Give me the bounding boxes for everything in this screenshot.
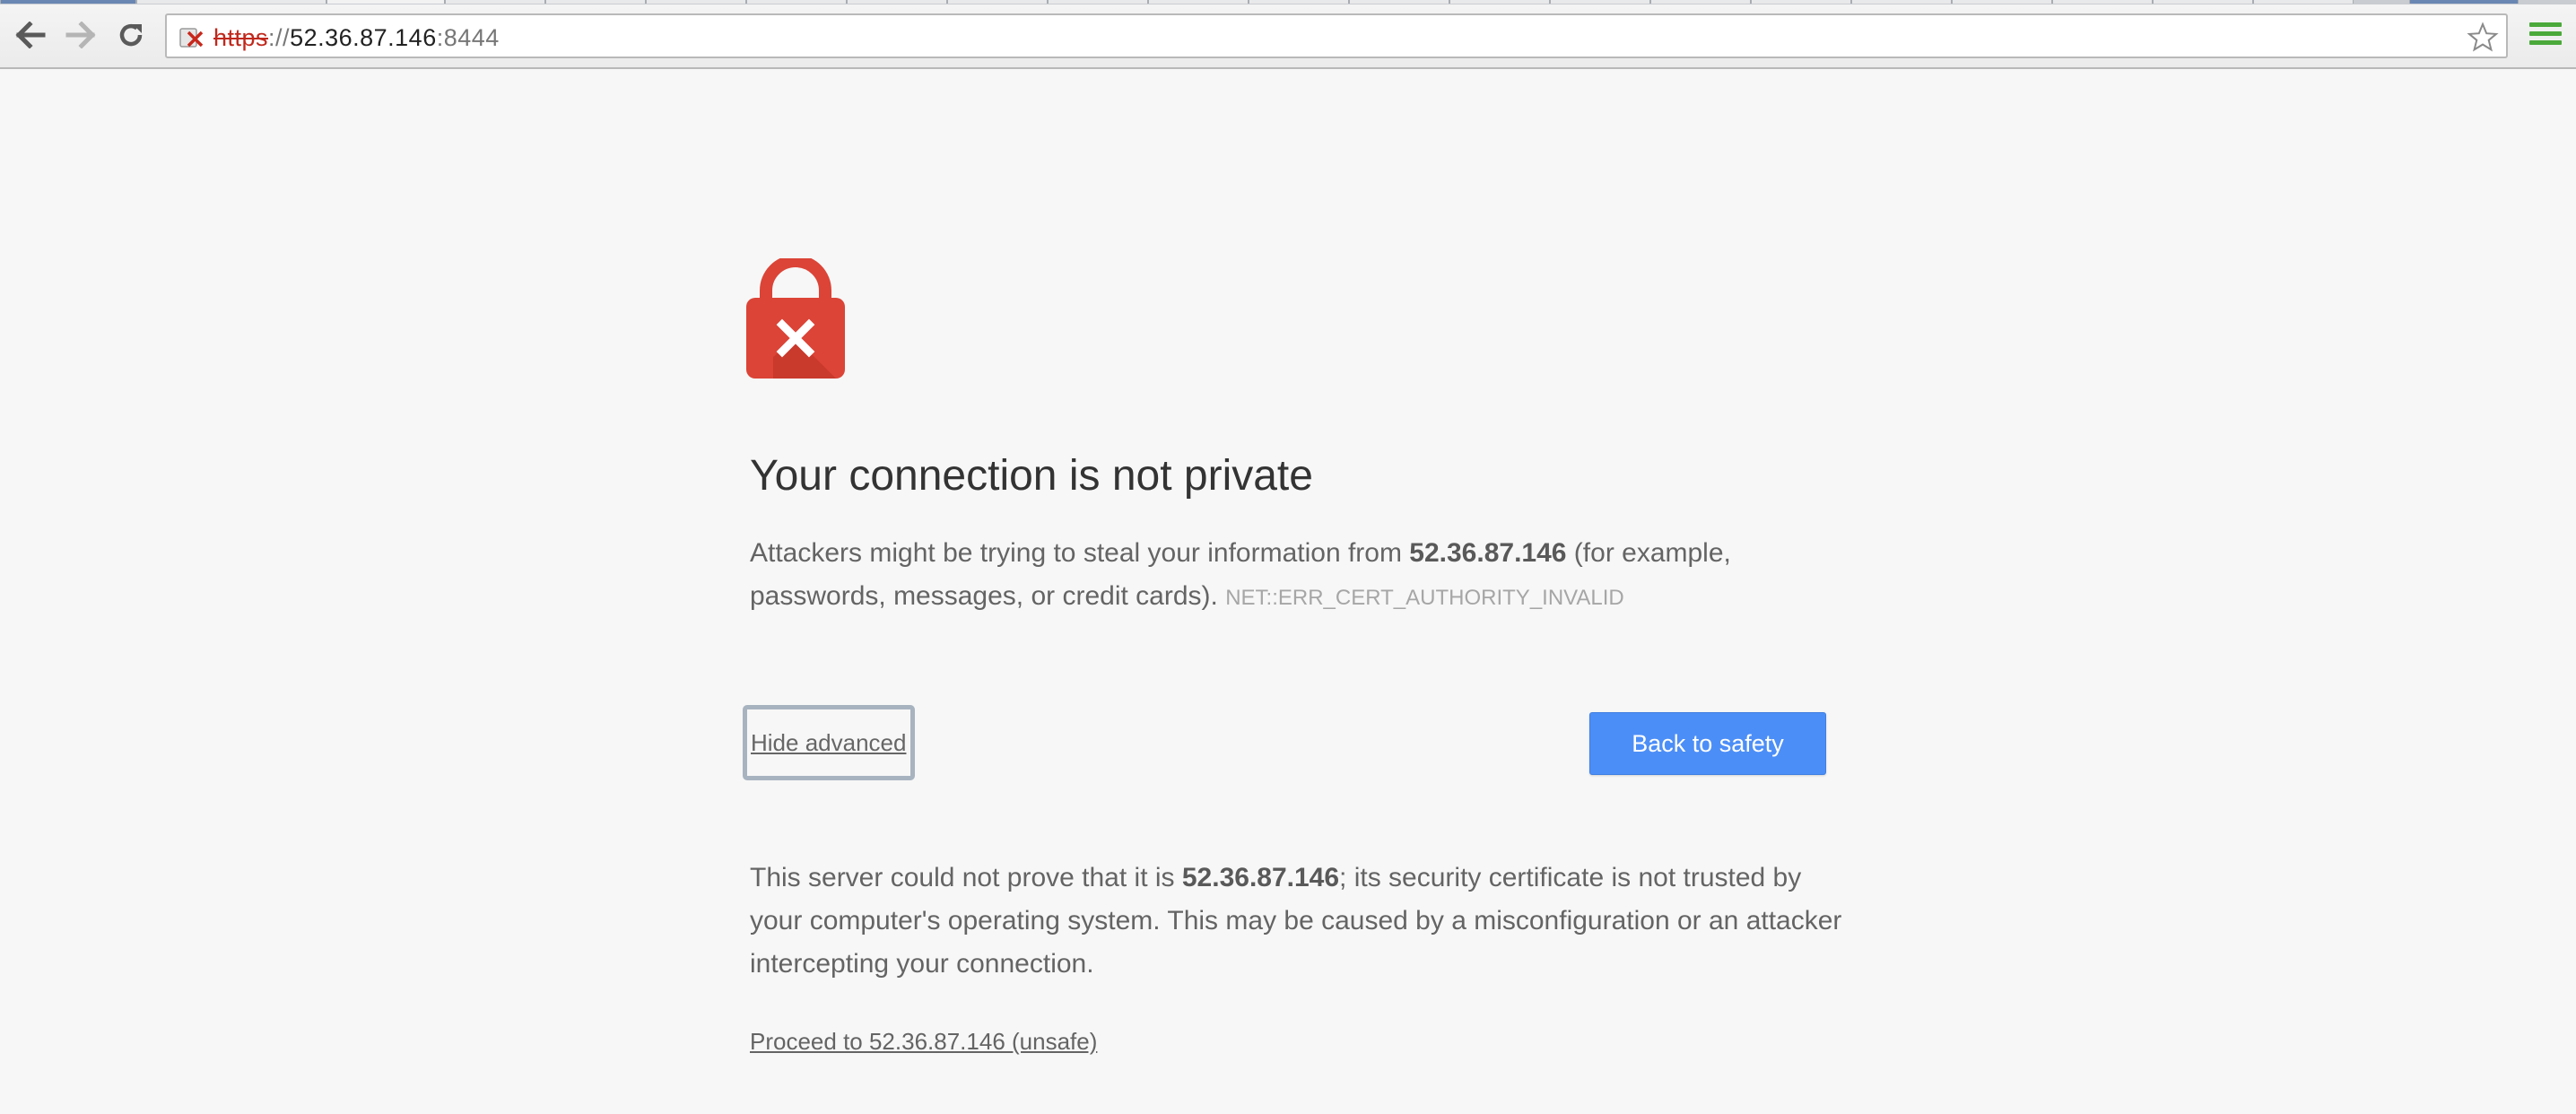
tab[interactable]: [1851, 0, 1952, 4]
tab[interactable]: [2409, 0, 2519, 4]
url-text: https://52.36.87.146:8444: [213, 23, 500, 52]
hide-advanced-button[interactable]: Hide advanced: [743, 705, 915, 780]
back-arrow-icon: [15, 22, 46, 48]
url-scheme: https: [213, 24, 269, 51]
warning-text-start: Attackers might be trying to steal your …: [750, 538, 1410, 568]
forward-button[interactable]: [63, 17, 99, 53]
address-bar[interactable]: https://52.36.87.146:8444: [165, 13, 2508, 58]
back-button[interactable]: [13, 17, 48, 53]
tab[interactable]: [847, 0, 947, 4]
error-code[interactable]: NET::ERR_CERT_AUTHORITY_INVALID: [1225, 586, 1624, 610]
url-port: :8444: [436, 24, 500, 51]
tab[interactable]: [1952, 0, 2052, 4]
tab[interactable]: [947, 0, 1048, 4]
tab[interactable]: [746, 0, 847, 4]
proceed-unsafe-link[interactable]: Proceed to 52.36.87.146 (unsafe): [750, 1028, 1097, 1056]
page-title: Your connection is not private: [750, 452, 1313, 500]
tab[interactable]: [445, 0, 545, 4]
broken-lock-icon: [179, 28, 204, 48]
tab[interactable]: [1249, 0, 1349, 4]
hamburger-menu-icon: [2529, 22, 2562, 45]
url-host: 52.36.87.146: [290, 24, 437, 51]
details-text-start: This server could not prove that it is: [750, 863, 1182, 892]
details-host: 52.36.87.146: [1181, 863, 1340, 892]
tab[interactable]: [1349, 0, 1449, 4]
tab[interactable]: [1148, 0, 1249, 4]
tab[interactable]: [0, 0, 136, 4]
reload-button[interactable]: [113, 17, 149, 53]
tab[interactable]: [2153, 0, 2253, 4]
details-paragraph: This server could not prove that it is 5…: [750, 857, 1844, 986]
star-icon[interactable]: [2467, 22, 2499, 54]
warning-paragraph: Attackers might be trying to steal your …: [750, 532, 1844, 620]
back-to-safety-button[interactable]: Back to safety: [1589, 712, 1826, 775]
forward-arrow-icon: [65, 22, 96, 48]
browser-toolbar: https://52.36.87.146:8444: [0, 4, 2576, 69]
tab[interactable]: [2052, 0, 2153, 4]
tab[interactable]: [136, 0, 326, 4]
tab[interactable]: [545, 0, 646, 4]
tab[interactable]: [2253, 0, 2354, 4]
url-separator: ://: [268, 24, 291, 51]
tab[interactable]: [1650, 0, 1751, 4]
tab[interactable]: [1449, 0, 1550, 4]
tab-active[interactable]: [326, 0, 445, 4]
tab[interactable]: [1550, 0, 1650, 4]
tab[interactable]: [1048, 0, 1148, 4]
red-lock-x-icon: [746, 258, 845, 379]
reload-icon: [119, 23, 143, 47]
menu-button[interactable]: [2529, 22, 2562, 49]
warning-host: 52.36.87.146: [1409, 538, 1567, 568]
tab[interactable]: [1751, 0, 1851, 4]
tab[interactable]: [646, 0, 746, 4]
